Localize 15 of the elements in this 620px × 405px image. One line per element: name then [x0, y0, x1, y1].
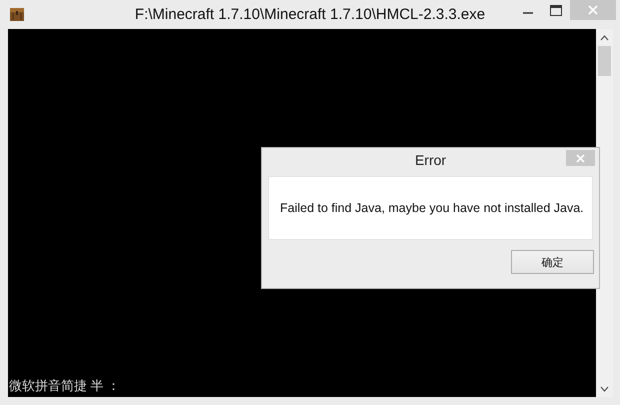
scrollbar[interactable]: [596, 29, 613, 397]
chevron-up-icon: [600, 34, 609, 40]
chevron-down-icon: [600, 386, 609, 392]
scroll-thumb[interactable]: [598, 46, 611, 76]
close-icon: [588, 5, 598, 15]
minimize-icon: [523, 12, 533, 14]
close-icon: [576, 154, 585, 162]
dialog-title: Error: [414, 152, 446, 168]
close-button[interactable]: [566, 150, 595, 166]
window-title: F:\Minecraft 1.7.10\Minecraft 1.7.10\HMCL-2.3.3.exe: [134, 6, 486, 23]
ok-button[interactable]: 确定: [511, 250, 594, 274]
chest-icon: [9, 6, 25, 22]
error-message: Failed to find Java, maybe you have not installed Java.: [280, 201, 584, 215]
ime-status: 微软拼音简捷 半 ：: [8, 377, 122, 395]
maximize-icon: [550, 4, 562, 16]
